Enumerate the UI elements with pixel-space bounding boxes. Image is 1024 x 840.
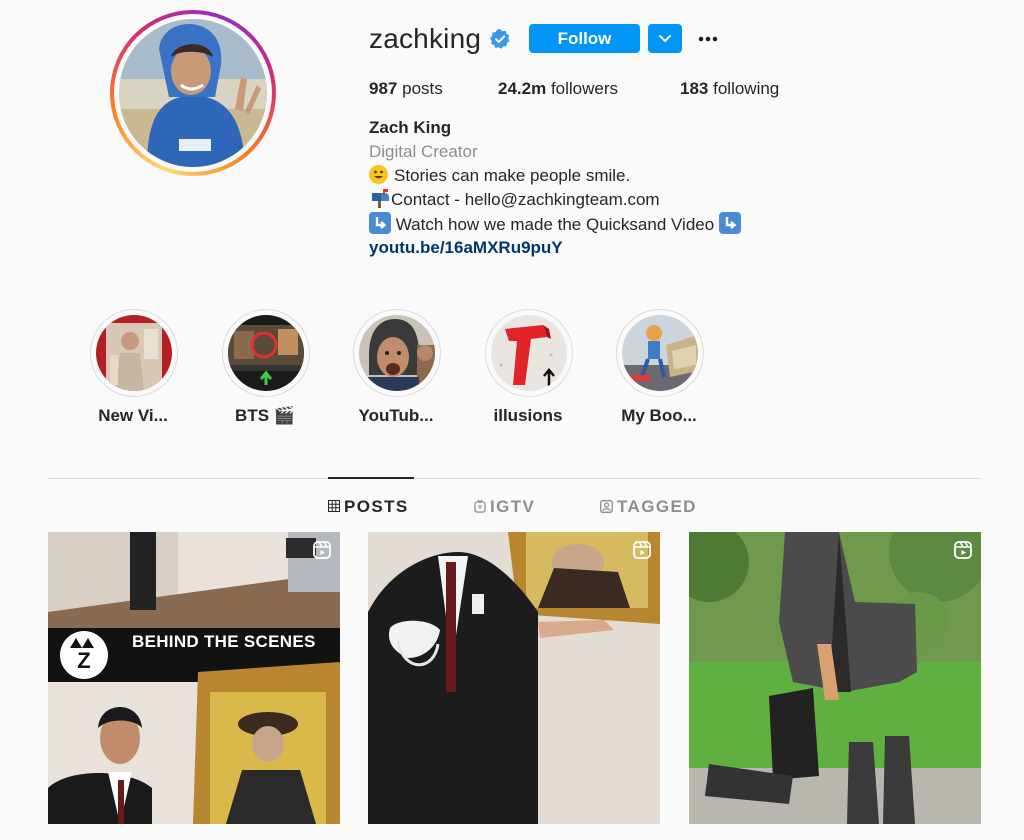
- posts-count-stat: 987 posts: [369, 78, 443, 100]
- reel-icon: [313, 541, 331, 559]
- highlight-cover: [96, 315, 172, 391]
- post-overlay-text: BEHIND THE SCENES: [132, 632, 316, 651]
- tagged-icon: [600, 500, 613, 513]
- highlight-label: BTS 🎬: [235, 406, 295, 425]
- chevron-down-icon: [659, 35, 671, 42]
- highlight-label: illusions: [493, 406, 563, 425]
- bio-website-link[interactable]: youtu.be/16aMXRu9puY: [369, 236, 563, 260]
- post-thumbnail[interactable]: [368, 532, 660, 824]
- svg-text:Z: Z: [77, 648, 90, 673]
- following-count: 183: [680, 79, 709, 98]
- highlight-bts[interactable]: [222, 309, 310, 397]
- avatar-photo: [119, 19, 267, 167]
- follow-button[interactable]: Follow: [529, 24, 640, 53]
- followers-stat[interactable]: 24.2m followers: [498, 78, 618, 100]
- highlight-new-videos[interactable]: [90, 309, 178, 397]
- profile-username: zachking: [369, 23, 482, 54]
- mailbox-emoji-icon: [369, 188, 391, 208]
- posts-count: 987: [369, 79, 398, 98]
- reel-icon: [954, 541, 972, 559]
- grid-icon: [328, 500, 340, 512]
- bio-line: Watch how we made the Quicksand Video: [369, 212, 741, 237]
- bio-line: Contact - hello@zachkingteam.com: [369, 188, 660, 212]
- highlight-youtube[interactable]: [353, 309, 441, 397]
- profile-category: Digital Creator: [369, 142, 478, 161]
- highlight-illusions[interactable]: [485, 309, 573, 397]
- tab-label: IGTV: [490, 497, 536, 516]
- highlight-cover: [228, 315, 304, 391]
- profile-avatar[interactable]: [110, 10, 276, 176]
- post-thumbnail[interactable]: [689, 532, 981, 824]
- tabs-divider: [48, 478, 981, 479]
- suggested-accounts-button[interactable]: [648, 24, 682, 53]
- more-dots-icon: [698, 36, 718, 42]
- highlight-cover: [622, 315, 698, 391]
- following-label: following: [713, 79, 780, 98]
- followers-count: 24.2m: [498, 79, 547, 98]
- followers-label: followers: [550, 79, 619, 98]
- bio-line-text: Watch how we made the Quicksand Video: [395, 215, 715, 234]
- smile-emoji-icon: [369, 165, 388, 184]
- highlight-cover: [359, 315, 435, 391]
- igtv-icon: [474, 499, 486, 513]
- highlight-cover: [491, 315, 567, 391]
- highlight-my-book[interactable]: [616, 309, 704, 397]
- post-image: [689, 532, 981, 824]
- bio-line: Stories can make people smile.: [369, 164, 630, 188]
- following-stat[interactable]: 183 following: [680, 78, 779, 100]
- reel-icon: [633, 541, 651, 559]
- tab-igtv[interactable]: IGTV: [474, 497, 535, 517]
- down-right-arrow-emoji-icon: [369, 212, 391, 234]
- tab-posts[interactable]: POSTS: [328, 497, 409, 517]
- more-options-button[interactable]: [696, 24, 722, 53]
- tab-label: TAGGED: [617, 497, 697, 516]
- post-image: [368, 532, 660, 824]
- highlight-label: YouTub...: [358, 406, 434, 425]
- bio-line-text: Stories can make people smile.: [394, 166, 631, 185]
- post-thumbnail[interactable]: Z BEHIND THE SCENES: [48, 532, 340, 824]
- highlight-label: My Boo...: [621, 406, 697, 425]
- active-tab-indicator: [328, 477, 414, 479]
- down-right-arrow-emoji-icon: [718, 212, 741, 234]
- bio-line-text: Contact - hello@zachkingteam.com: [391, 190, 660, 209]
- profile-full-name: Zach King: [369, 118, 452, 137]
- tab-tagged[interactable]: TAGGED: [600, 497, 697, 517]
- tab-label: POSTS: [344, 497, 409, 516]
- posts-label: posts: [402, 79, 443, 98]
- highlight-label: New Vi...: [98, 406, 168, 425]
- verified-badge-icon: [490, 29, 510, 49]
- post-image: Z: [48, 532, 340, 824]
